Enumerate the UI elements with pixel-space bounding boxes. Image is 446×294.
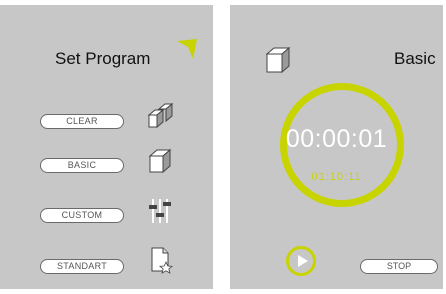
elapsed-time: 00:00:01	[285, 125, 388, 153]
program-title: Basic	[394, 49, 436, 68]
secondary-time: 01:10:11	[311, 171, 362, 183]
clear-button[interactable]: CLEAR	[40, 114, 124, 129]
cube-icon	[265, 46, 291, 74]
play-icon	[298, 255, 308, 267]
standart-button[interactable]: STANDART	[40, 259, 124, 274]
timer-panel: Basic 00:00:01 01:10:11 STOP	[230, 5, 443, 289]
stop-button[interactable]: STOP	[360, 259, 438, 274]
play-button[interactable]	[286, 246, 316, 276]
set-program-title: Set Program	[55, 49, 151, 68]
basic-button[interactable]: BASIC	[40, 158, 124, 173]
document-star-icon	[151, 247, 174, 274]
cube-icon	[148, 148, 172, 174]
cube-pair-icon	[147, 102, 174, 129]
set-program-panel: Set Program CLEAR BASIC CUSTOM STANDART	[0, 5, 213, 289]
sliders-icon	[149, 199, 171, 223]
accent-arrow-icon	[177, 39, 197, 59]
custom-button[interactable]: CUSTOM	[40, 208, 124, 223]
